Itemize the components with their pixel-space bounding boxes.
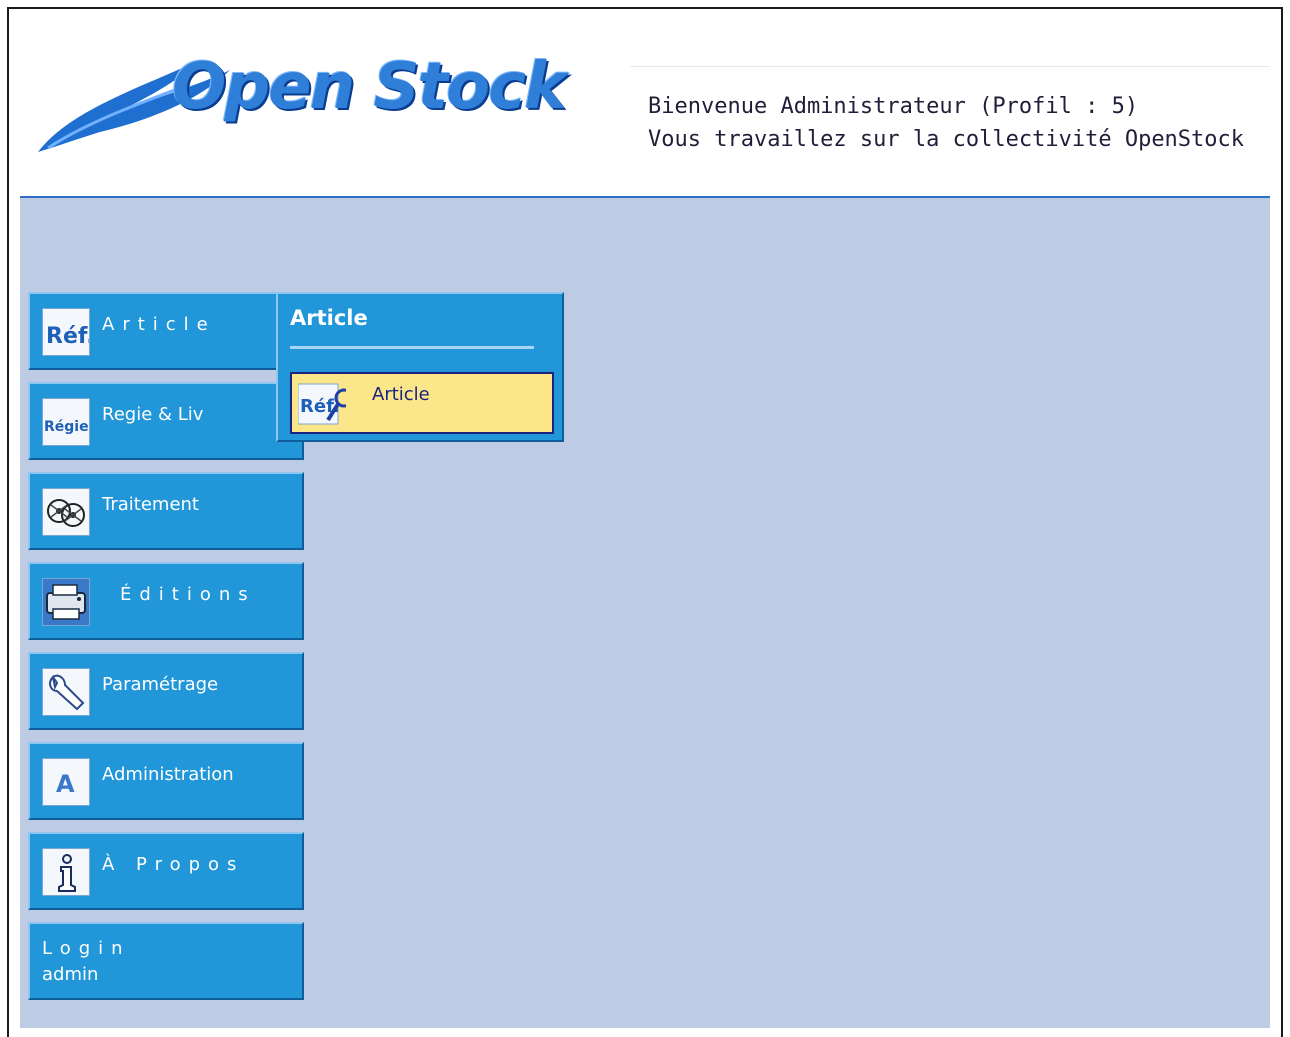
svg-text:Régie: Régie xyxy=(44,419,89,435)
ref-icon: Réf. xyxy=(42,308,90,356)
printer-icon xyxy=(42,578,90,626)
submenu-divider xyxy=(290,346,534,349)
menu-item-label: Éditions xyxy=(120,584,256,605)
regie-icon: Régie xyxy=(42,398,90,446)
menu-item-label: Regie & Liv xyxy=(102,404,204,425)
svg-text:A: A xyxy=(56,770,75,798)
wrench-icon xyxy=(42,668,90,716)
svg-text:Réf.: Réf. xyxy=(46,324,89,349)
submenu-item-article[interactable]: Réf. Article xyxy=(290,372,554,434)
welcome-line-profile: Bienvenue Administrateur (Profil : 5) xyxy=(648,94,1139,119)
menu-item-regie-liv[interactable]: Régie Regie & Liv xyxy=(28,382,304,460)
login-box: Login admin xyxy=(28,922,304,1000)
menu-item-traitement[interactable]: Traitement xyxy=(28,472,304,550)
menu-item-label: À Propos xyxy=(102,854,245,875)
login-label: Login xyxy=(42,938,131,959)
submenu-article: Article Réf. Article xyxy=(276,292,564,442)
menu-item-administration[interactable]: A Administration xyxy=(28,742,304,820)
menu-item-label: Administration xyxy=(102,764,234,785)
menu-item-editions[interactable]: Éditions xyxy=(28,562,304,640)
submenu-title: Article xyxy=(290,306,368,330)
logo-text: Open Stock xyxy=(172,50,567,124)
film-reels-icon xyxy=(42,488,90,536)
submenu-item-label: Article xyxy=(372,384,430,405)
admin-a-icon: A xyxy=(42,758,90,806)
welcome-line-collectivity: Vous travaillez sur la collectivité Open… xyxy=(648,127,1245,152)
ref-search-icon: Réf. xyxy=(298,380,346,428)
menu-item-label: Paramétrage xyxy=(102,674,219,695)
menu-item-label: Traitement xyxy=(102,494,199,515)
main-content: Réf. Article Régie Regie & Liv Traitemen… xyxy=(20,198,1270,1028)
welcome-message: Bienvenue Administrateur (Profil : 5) Vo… xyxy=(648,90,1244,156)
header: Open Stock Bienvenue Administrateur (Pro… xyxy=(20,40,1270,198)
menu-item-article[interactable]: Réf. Article xyxy=(28,292,304,370)
menu-item-a-propos[interactable]: À Propos xyxy=(28,832,304,910)
menu-item-parametrage[interactable]: Paramétrage xyxy=(28,652,304,730)
info-icon xyxy=(42,848,90,896)
header-divider xyxy=(630,66,1270,67)
menu-item-label: Article xyxy=(102,314,216,335)
login-user: admin xyxy=(42,964,99,985)
open-stock-logo[interactable]: Open Stock xyxy=(30,40,630,160)
